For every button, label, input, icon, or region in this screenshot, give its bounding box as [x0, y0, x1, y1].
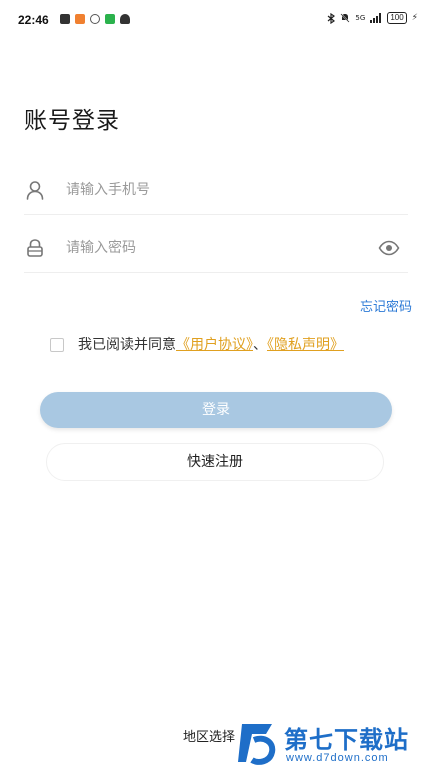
privacy-policy-link[interactable]: 《隐私声明》	[267, 337, 344, 353]
status-time: 22:46	[18, 13, 49, 27]
watermark: 第七下载站 www.d7down.com	[238, 718, 432, 768]
eye-icon[interactable]	[378, 238, 400, 258]
battery-indicator: 100	[387, 12, 407, 24]
user-agreement-link[interactable]: 《用户协议》	[176, 337, 253, 353]
mute-icon	[340, 13, 350, 23]
status-bar: 22:46 5G 100 ⚡	[0, 0, 432, 40]
password-input[interactable]	[66, 236, 366, 260]
app-notification-icon	[60, 14, 70, 24]
bluetooth-icon	[328, 12, 336, 24]
circle-notification-icon	[90, 14, 100, 24]
register-button[interactable]: 快速注册	[46, 443, 384, 481]
forgot-password-link[interactable]: 忘记密码	[360, 296, 412, 315]
password-field	[24, 224, 408, 273]
watermark-logo	[238, 724, 276, 765]
agreement-checkbox[interactable]	[50, 338, 64, 352]
agreement-text: 我已阅读并同意《用户协议》、《隐私声明》	[78, 336, 388, 355]
charging-icon: ⚡	[411, 13, 418, 23]
page-title: 账号登录	[24, 108, 120, 134]
notification-icons	[60, 14, 130, 24]
agreement-separator: 、	[253, 337, 267, 353]
system-icons: 5G 100 ⚡	[327, 12, 418, 24]
region-select[interactable]: 地区选择	[183, 726, 235, 745]
watermark-title: 第七下载站	[284, 726, 409, 754]
user-icon	[26, 181, 44, 200]
signal-strength-icon	[370, 13, 382, 23]
mail-notification-icon	[75, 14, 85, 24]
phone-field	[24, 166, 408, 215]
watermark-url: www.d7down.com	[286, 752, 389, 764]
signal-text: 5G	[355, 14, 366, 22]
agreement-prefix: 我已阅读并同意	[78, 337, 176, 353]
phone-input[interactable]	[66, 178, 366, 202]
lock-icon	[27, 239, 43, 257]
qq-notification-icon	[120, 14, 130, 24]
login-button[interactable]: 登录	[40, 392, 392, 428]
chat-notification-icon	[105, 14, 115, 24]
